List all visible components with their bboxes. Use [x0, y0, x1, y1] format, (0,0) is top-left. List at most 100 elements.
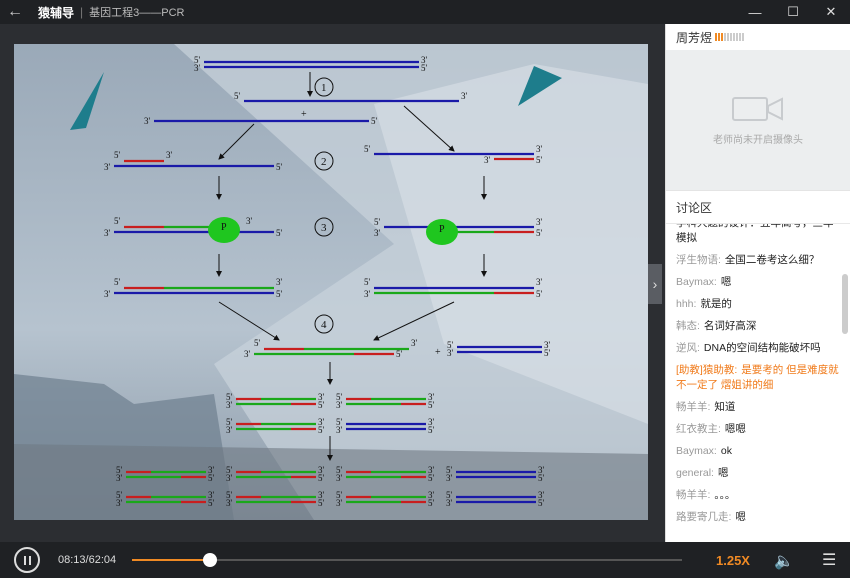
strand-end-label: 3' [336, 498, 343, 508]
strand-end-label: 5' [538, 498, 545, 508]
strand-end-label: 3' [104, 228, 111, 238]
chat-text: 嗯 [720, 276, 732, 288]
title-separator: | [80, 5, 84, 19]
strand-end-label: 3' [246, 216, 253, 226]
chat-message: 红衣教主: 嗯嗯 [676, 422, 840, 437]
strand-end-label: 3' [194, 63, 201, 73]
chat-user: 红衣教主: [676, 423, 721, 435]
video-area: 5' 3' 3' 5' 1 5' 3' +3' 5' 2 5' 3' 3' 5' 5' 3' 3' 5' 3 5' 3'… [0, 24, 665, 542]
strand-end-label: 5' [536, 155, 543, 165]
strand-end-label: 3' [484, 155, 491, 165]
strand-end-label: 5' [318, 400, 325, 410]
chat-user: [助教]猿助教: [676, 364, 738, 376]
chat-text: 就是的 [700, 298, 732, 310]
strand-end-label: 3' [447, 348, 454, 358]
strand-end-label: 5' [208, 473, 215, 483]
chat-text: ok [720, 445, 732, 457]
chat-message: hhh: 就是的 [676, 297, 840, 312]
strand-end-label: 5' [114, 216, 121, 226]
strand-end-label: 5' [538, 473, 545, 483]
chat-text: 嗯嗯 [724, 423, 746, 435]
camera-placeholder: 老师尚未开启摄像头 [666, 50, 850, 190]
scrollbar[interactable] [842, 274, 848, 334]
chat-message: 浮生物语: 全国二卷考这么细？ [676, 253, 840, 268]
chat-message: [助教]猿助教: 是要考的 但是难度就不一定了 熠姐讲的细 [676, 363, 840, 393]
primer-label: P [221, 222, 227, 233]
progress-bar[interactable] [132, 553, 682, 567]
chat-user: 浮生物语: [676, 254, 721, 266]
player-controls: 08:13/62:04 1.25X 🔈 ☰ [0, 542, 850, 578]
chat-user: 逆风: [676, 342, 700, 354]
close-button[interactable]: ✕ [812, 0, 850, 24]
side-panel: 周芳煜 老师尚未开启摄像头 讨论区 学科大题的设计：五年高考，三年模拟浮生物语:… [665, 24, 850, 542]
strand-end-label: 3' [104, 289, 111, 299]
chat-message: Baymax: ok [676, 444, 840, 459]
strand-end-label: 3' [226, 498, 233, 508]
arrow-left-icon[interactable]: ← [0, 3, 30, 21]
progress-handle[interactable] [203, 553, 218, 567]
strand-end-label: 5' [276, 289, 283, 299]
strand-end-label: 5' [428, 473, 435, 483]
title-bar: ← 猿辅导 | 基因工程3——PCR — ☐ ✕ [0, 0, 850, 24]
strand-end-label: 5' [114, 150, 121, 160]
strand-end-label: 3' [446, 498, 453, 508]
primer-label: P [439, 224, 445, 235]
strand-end-label: 3' [446, 473, 453, 483]
chat-message: 韩态: 名词好高深 [676, 319, 840, 334]
step-number: 2 [321, 156, 327, 168]
strand-end-label: 5' [276, 228, 283, 238]
strand-end-label: 3' [336, 425, 343, 435]
camera-message: 老师尚未开启摄像头 [713, 134, 803, 146]
chat-message: 逆风: DNA的空间结构能破坏吗 [676, 341, 840, 356]
strand-end-label: 5' [421, 63, 428, 73]
course-title: 基因工程3——PCR [89, 7, 185, 19]
speaker-icon[interactable]: 🔈 [774, 551, 794, 571]
discussion-title: 讨论区 [666, 190, 850, 224]
pcr-diagram: 5' 3'3' 5'15' 3'+3' 5'25' 3'3' 5'5' 3'3' 5'35' 3'… [14, 44, 648, 520]
chat-user: hhh: [676, 298, 697, 310]
chevron-right-icon[interactable]: › [648, 264, 662, 304]
strand-end-label: 3' [536, 217, 543, 227]
plus-sign: + [435, 347, 441, 358]
app-brand: 猿辅导 [38, 5, 75, 20]
strand-end-label: 3' [104, 162, 111, 172]
strand-end-label: 5' [208, 498, 215, 508]
message-list[interactable]: 学科大题的设计：五年高考，三年模拟浮生物语:全国二卷考这么细？Baymax:嗯h… [666, 224, 850, 542]
strand-end-label: 5' [318, 473, 325, 483]
strand-end-label: 5' [276, 162, 283, 172]
strand-end-label: 3' [226, 400, 233, 410]
chat-message: 路要寄几走: 嗯 [676, 510, 840, 525]
strand-end-label: 3' [364, 289, 371, 299]
strand-end-label: 3' [276, 277, 283, 287]
chat-text: 嗯 [735, 511, 746, 523]
chat-user: general: [676, 467, 714, 479]
strand-end-label: 3' [144, 116, 151, 126]
chat-text: 知道 [714, 401, 736, 413]
strand-end-label: 5' [536, 289, 543, 299]
menu-icon[interactable]: ☰ [822, 550, 836, 570]
chat-user: Baymax: [676, 276, 717, 288]
strand-end-label: 3' [116, 498, 123, 508]
chat-text: 全国二卷考这么细？ [724, 254, 820, 266]
strand-end-label: 3' [374, 228, 381, 238]
chat-message: 畅羊羊:。。。 [676, 488, 840, 503]
speed-button[interactable]: 1.25X [716, 553, 750, 568]
minimize-button[interactable]: — [736, 0, 774, 24]
strand-end-label: 3' [226, 425, 233, 435]
maximize-button[interactable]: ☐ [774, 0, 812, 24]
progress-fill [132, 559, 211, 561]
lecture-slide: 5' 3' 3' 5' 1 5' 3' +3' 5' 2 5' 3' 3' 5' 5' 3' 3' 5' 3 5' 3'… [14, 44, 648, 520]
strand-end-label: 3' [536, 144, 543, 154]
strand-end-label: 3' [226, 473, 233, 483]
step-number: 4 [321, 319, 327, 331]
chat-user: 畅羊羊: [676, 401, 711, 413]
step-number: 3 [321, 222, 327, 234]
plus-sign: + [301, 109, 307, 120]
pause-button[interactable] [14, 547, 40, 573]
strand-end-label: 5' [364, 144, 371, 154]
chat-message: Baymax: 嗯 [676, 275, 840, 290]
strand-end-label: 3' [116, 473, 123, 483]
strand-end-label: 5' [536, 228, 543, 238]
chat-message: 畅羊羊: 知道 [676, 400, 840, 415]
chat-user: Baymax: [676, 445, 717, 457]
